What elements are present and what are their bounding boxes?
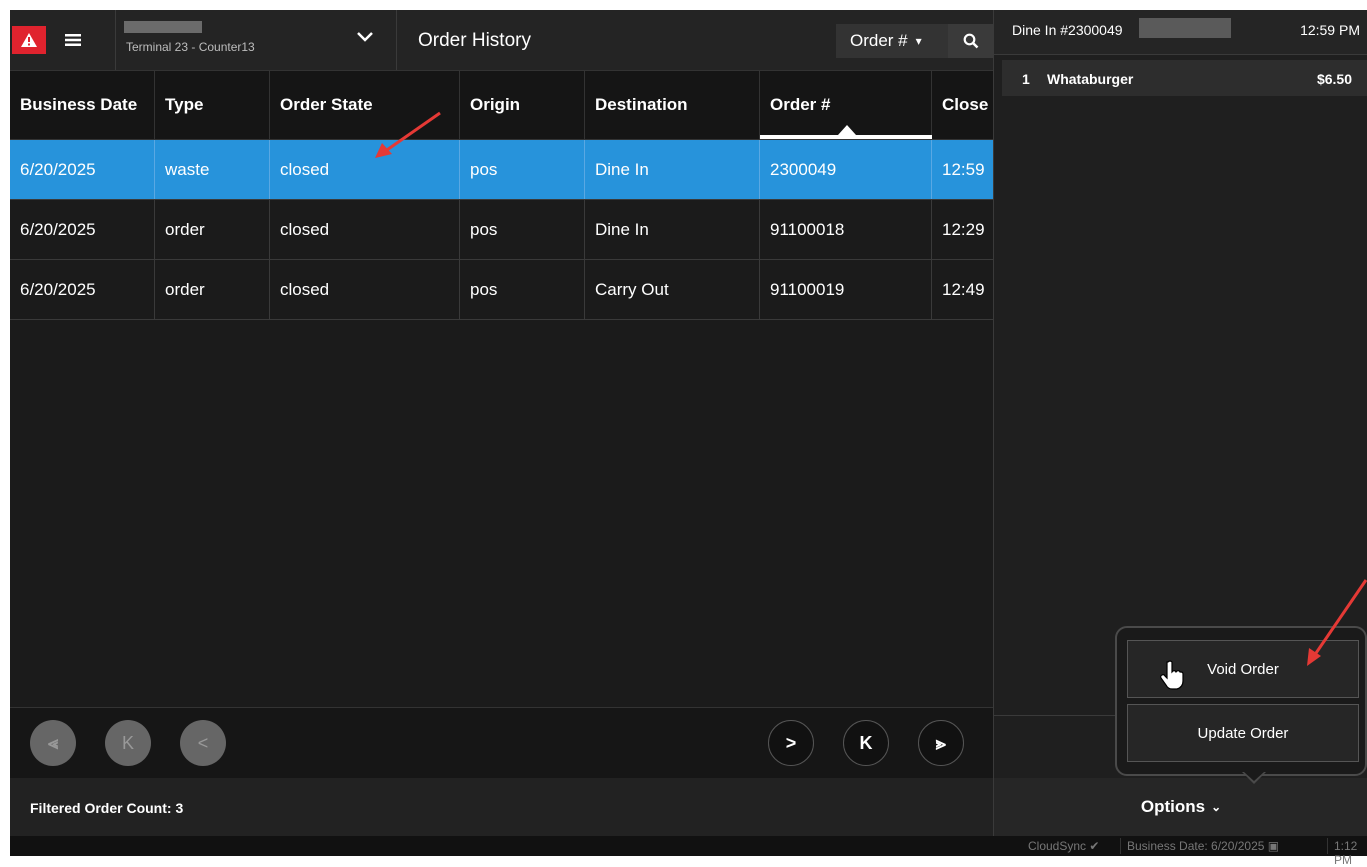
last-page-button[interactable]: ⪢: [918, 720, 964, 766]
cell-type: order: [155, 200, 270, 259]
cell-business-date: 6/20/2025: [10, 140, 155, 199]
table-row[interactable]: 6/20/2025 order closed pos Dine In 91100…: [10, 200, 993, 260]
terminal-label: Terminal 23 - Counter13: [126, 40, 255, 54]
chevron-down-icon: ⌄: [1211, 800, 1222, 814]
page-title: Order History: [418, 30, 531, 51]
pos-app: Terminal 23 - Counter13 Order History Or…: [10, 10, 1367, 867]
item-name: Whataburger: [1047, 71, 1134, 87]
filter-dropdown[interactable]: Order # ▾: [836, 24, 948, 58]
cell-order-number: 91100018: [760, 200, 932, 259]
order-title: Dine In #2300049: [1012, 22, 1123, 38]
cell-type: waste: [155, 140, 270, 199]
filtered-count: Filtered Order Count: 3: [30, 800, 183, 816]
column-business-date[interactable]: Business Date: [10, 71, 155, 139]
cell-destination: Dine In: [585, 200, 760, 259]
redacted-store-name: [124, 21, 202, 33]
order-detail-header: Dine In #2300049 12:59 PM: [994, 10, 1367, 55]
next-button[interactable]: >: [768, 720, 814, 766]
order-time: 12:59 PM: [1300, 22, 1360, 38]
count-value: 3: [175, 800, 184, 816]
divider: [1120, 838, 1121, 854]
prev-page-button[interactable]: K: [105, 720, 151, 766]
cell-origin: pos: [460, 260, 585, 319]
chevron-down-icon: ▾: [915, 34, 922, 48]
filter-label: Order #: [850, 31, 908, 50]
order-line-item[interactable]: 1 Whataburger $6.50: [1002, 60, 1367, 96]
count-label: Filtered Order Count:: [30, 800, 172, 816]
sort-indicator: [760, 135, 932, 139]
cell-business-date: 6/20/2025: [10, 260, 155, 319]
cell-order-state: closed: [270, 140, 460, 199]
divider: [1327, 838, 1328, 854]
options-button[interactable]: Options ⌄: [993, 778, 1367, 836]
first-page-button[interactable]: ⪡: [30, 720, 76, 766]
table-row[interactable]: 6/20/2025 order closed pos Carry Out 911…: [10, 260, 993, 320]
cell-close: 12:59: [942, 159, 985, 179]
pagination-bar: ⪡ K < > K ⪢: [10, 707, 993, 779]
update-order-button[interactable]: Update Order: [1127, 704, 1359, 762]
table-row[interactable]: 6/20/2025 waste closed pos Dine In 23000…: [10, 140, 993, 200]
calendar-icon: ▣: [1267, 839, 1280, 853]
prev-button[interactable]: <: [180, 720, 226, 766]
cell-origin: pos: [460, 200, 585, 259]
chevron-down-icon[interactable]: [356, 30, 374, 48]
item-price: $6.50: [1316, 71, 1352, 87]
cell-close: 12:29: [942, 219, 985, 239]
next-page-button[interactable]: K: [843, 720, 889, 766]
filtered-count-bar: Filtered Order Count: 3: [10, 778, 993, 836]
status-time: 1:12 PM: [1334, 839, 1358, 867]
cloudsync-status: CloudSync ✔: [1028, 839, 1100, 853]
cell-order-state: closed: [270, 200, 460, 259]
cell-destination: Carry Out: [585, 260, 760, 319]
void-order-button[interactable]: Void Order: [1127, 640, 1359, 698]
column-origin[interactable]: Origin: [460, 71, 585, 139]
business-date-status: Business Date: 6/20/2025 ▣: [1127, 839, 1279, 853]
hamburger-icon[interactable]: [58, 26, 88, 54]
cell-order-number: 91100019: [760, 260, 932, 319]
business-date-text: Business Date: 6/20/2025: [1127, 839, 1265, 853]
column-type[interactable]: Type: [155, 71, 270, 139]
cell-business-date: 6/20/2025: [10, 200, 155, 259]
cell-destination: Dine In: [585, 140, 760, 199]
column-order-state[interactable]: Order State: [270, 71, 460, 139]
cell-origin: pos: [460, 140, 585, 199]
table-header: Business Date Type Order State Origin De…: [10, 71, 993, 140]
column-close[interactable]: Close: [932, 71, 993, 139]
search-icon[interactable]: [948, 24, 993, 58]
header-bar: Terminal 23 - Counter13 Order History Or…: [10, 10, 993, 71]
sort-caret-icon: [838, 125, 856, 135]
cell-order-number: 2300049: [760, 140, 932, 199]
store-selector[interactable]: Terminal 23 - Counter13: [115, 10, 397, 70]
item-qty: 1: [1022, 71, 1030, 87]
cell-order-state: closed: [270, 260, 460, 319]
status-bar: CloudSync ✔ Business Date: 6/20/2025 ▣ 1…: [10, 836, 1367, 867]
cell-type: order: [155, 260, 270, 319]
options-popup: Void Order Update Order: [1115, 626, 1367, 776]
options-label: Options: [1140, 797, 1206, 816]
column-destination[interactable]: Destination: [585, 71, 760, 139]
popup-caret-inner: [1244, 772, 1264, 781]
warning-icon[interactable]: [12, 26, 46, 54]
cell-close: 12:49: [942, 279, 985, 299]
redacted-field: [1139, 18, 1231, 38]
